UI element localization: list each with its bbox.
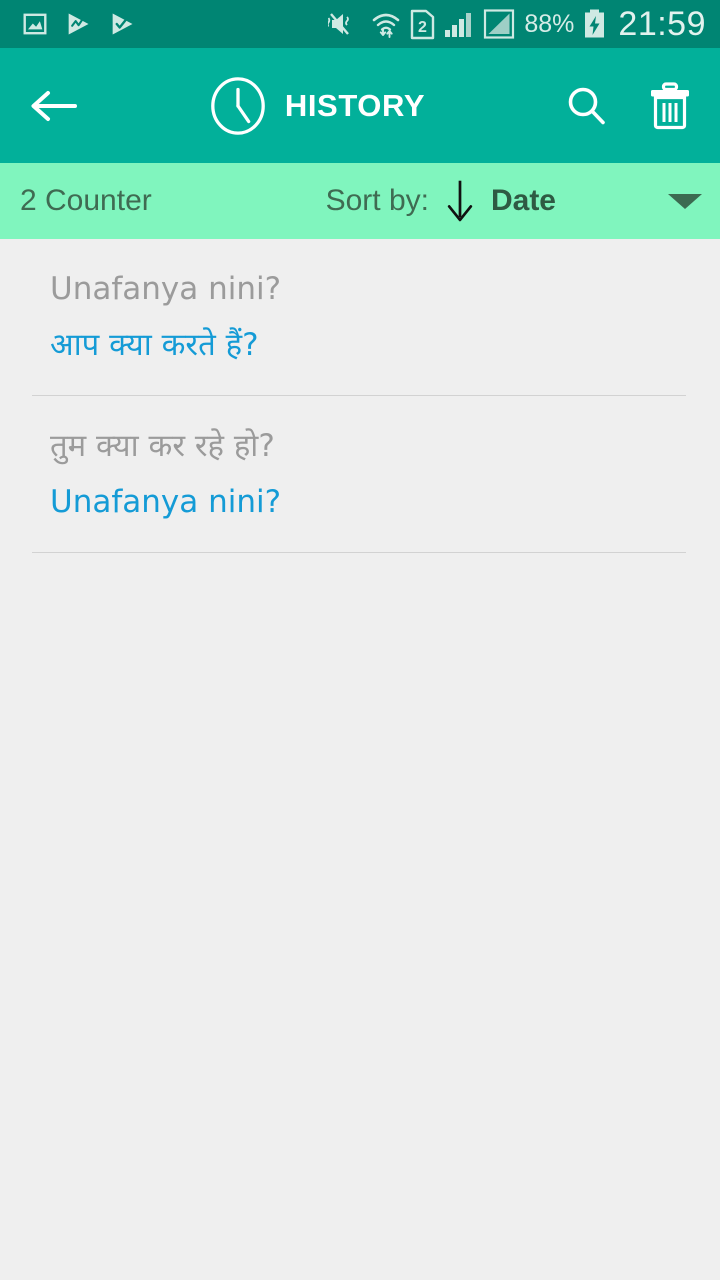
sort-bar: 2 Counter Sort by: Date	[0, 163, 720, 239]
page-title: HISTORY	[284, 87, 426, 123]
clock-icon	[211, 76, 265, 135]
status-bar-clock: 21:59	[618, 4, 706, 43]
history-target-text: Unafanya nini?	[50, 484, 282, 521]
play-stats-icon	[64, 10, 92, 38]
history-screen: 2 88% 21:59 HISTORY 2 Counter Sort by: D…	[0, 0, 720, 1280]
sort-by-label: Sort by:	[325, 184, 429, 217]
app-bar-title-group: HISTORY	[74, 75, 558, 137]
wifi-transfer-icon	[371, 9, 401, 39]
search-icon	[568, 87, 605, 124]
battery-charging-icon	[583, 9, 606, 39]
signal-triangle-icon	[483, 8, 515, 40]
play-check-icon	[108, 10, 136, 38]
status-bar-right-icons: 2 88% 21:59	[328, 5, 706, 44]
sim-2-icon: 2	[410, 9, 435, 40]
svg-text:2: 2	[418, 19, 427, 36]
history-list: Unafanya nini? आप क्या करते हैं? तुम क्य…	[0, 239, 720, 1280]
status-bar: 2 88% 21:59	[0, 0, 720, 48]
history-target-text: आप क्या करते हैं?	[50, 327, 259, 364]
search-button[interactable]	[558, 78, 614, 134]
sort-control[interactable]: Sort by: Date	[326, 178, 702, 224]
list-item[interactable]: तुम क्या कर रहे हो? Unafanya nini?	[0, 396, 720, 524]
app-bar-actions	[558, 78, 698, 134]
gallery-image-icon	[22, 11, 48, 37]
sort-value-label: Date	[490, 184, 556, 217]
arrow-down-icon[interactable]	[443, 178, 477, 224]
counter-label: 2 Counter	[20, 184, 152, 217]
battery-percent-label: 88%	[524, 9, 575, 38]
history-source-text: तुम क्या कर रहे हो?	[50, 428, 275, 465]
mute-vibrate-icon	[328, 10, 362, 38]
delete-all-button[interactable]	[642, 78, 698, 134]
list-item[interactable]: Unafanya nini? आप क्या करते हैं?	[0, 239, 720, 367]
chevron-down-icon[interactable]	[668, 193, 702, 209]
back-button[interactable]	[26, 79, 80, 133]
list-divider	[32, 552, 686, 554]
signal-bars-icon	[444, 9, 474, 39]
history-source-text: Unafanya nini?	[50, 271, 282, 307]
arrow-left-icon	[31, 90, 77, 121]
status-bar-left-icons	[22, 10, 136, 38]
trash-icon	[651, 81, 689, 129]
app-bar: HISTORY	[0, 48, 720, 163]
